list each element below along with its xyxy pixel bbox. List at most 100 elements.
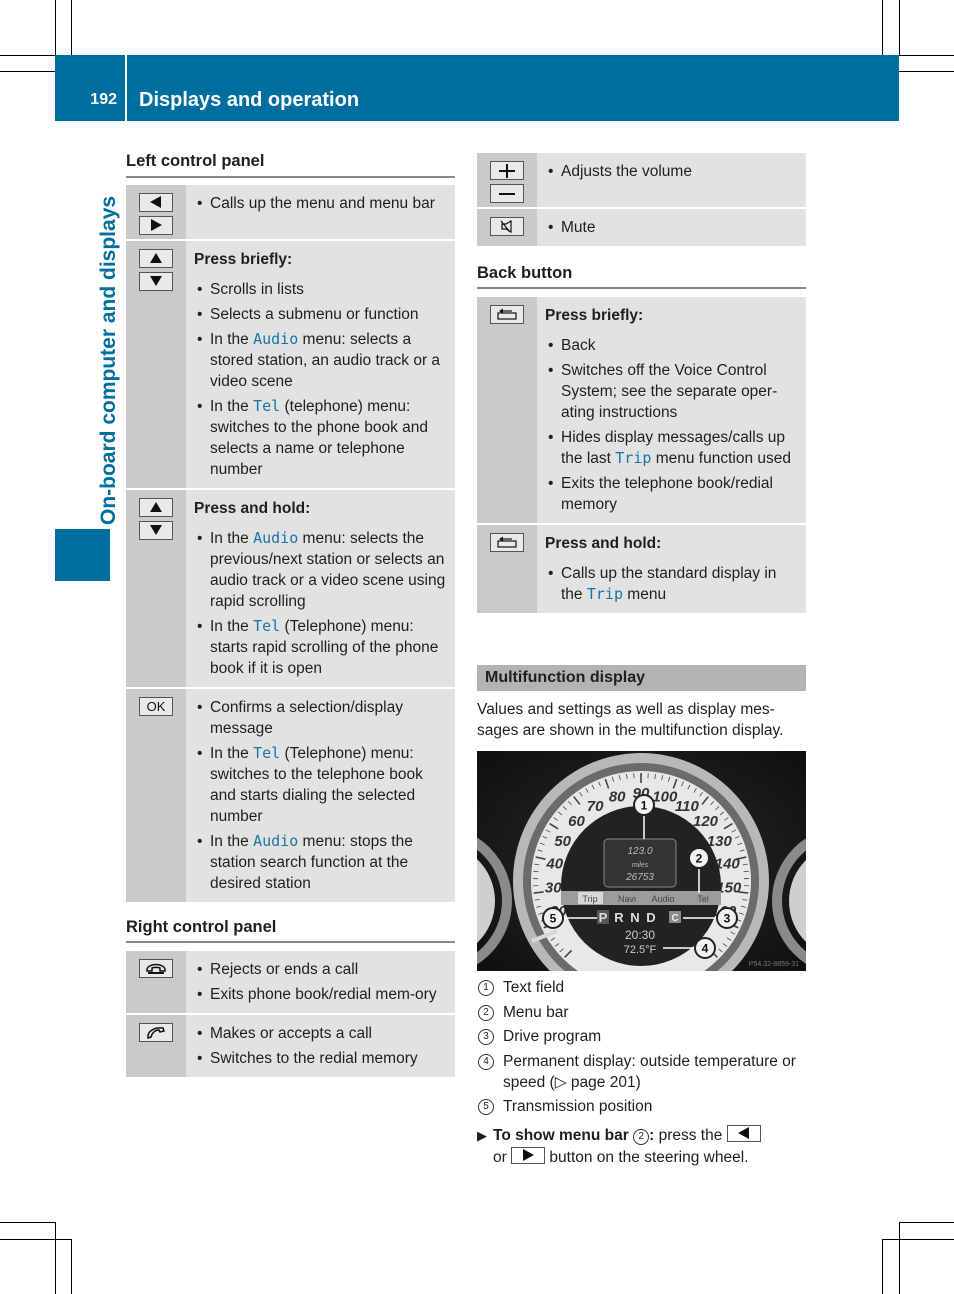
right-control-panel-table: Rejects or ends a call Exits phone book/r… [126,951,455,1077]
crop-mark [71,1239,72,1294]
control-row: OK Confirms a selection/display message In… [126,687,455,902]
callout-ref: 2 [633,1129,650,1145]
page-header: 192 Displays and operation [55,55,899,121]
menu-bar-item: Navi [618,894,636,904]
function-list: Mute [545,217,800,238]
odometer: 26753 [625,872,654,883]
function-item: Confirms a selection/display message [194,697,449,739]
crop-mark [899,71,954,72]
accept-call-key-icon [139,1023,173,1042]
control-description-cell: Confirms a selection/display message In t… [186,687,455,902]
callout-number: 3 [478,1029,494,1045]
callout-number: 5 [478,1099,494,1115]
multifunction-display-intro: Values and settings as well as display m… [477,701,784,739]
control-key-cell [477,153,537,208]
function-item: Exits phone book/redial mem-ory [194,984,449,1005]
control-description-cell: Adjusts the volume [537,153,806,208]
back-button-table: Press briefly: Back Switches off the Voice… [477,297,806,613]
menu-name: Audio [253,330,299,348]
function-list: Adjusts the volume [545,161,800,182]
right-control-panel-title: Right control panel [126,918,277,936]
function-list: Calls up the menu and menu bar [194,193,449,214]
control-row: Mute [477,207,806,246]
function-text: Scrolls in lists [210,281,304,298]
function-text: In the [210,745,254,762]
function-item: In the Audio menu: selects a stored stat… [194,329,449,392]
control-row: Press and hold: Calls up the standard dis… [477,523,806,613]
volume-control-table: Adjusts the volume Mute [477,153,806,246]
legend-text: Menu bar [503,1003,569,1021]
instruction-text: or [493,1149,512,1166]
control-row: Press briefly: Scrolls in lists Selects a … [126,239,455,489]
end-call-key-icon [139,959,173,978]
section-rule [126,176,455,178]
function-text: Back [561,337,596,354]
function-item: Mute [545,217,800,238]
control-description-cell: Press and hold: In the Audio menu: select… [186,488,455,688]
control-description-cell: Mute [537,207,806,246]
control-row: Press briefly: Back Switches off the Voice… [477,297,806,524]
function-item: Calls up the menu and menu bar [194,193,449,214]
function-text: Exits phone book/redial mem-ory [210,986,437,1003]
callout-number: 1 [478,980,494,996]
back-button-title: Back button [477,264,573,282]
page-number: 192 [90,91,117,108]
left-arrow-key-icon [726,1125,761,1142]
crop-mark [899,1222,900,1294]
function-list: Calls up the standard display in the Tri… [545,563,800,605]
function-item: Scrolls in lists [194,279,449,300]
function-item: Exits the telephone book/redial memory [545,473,800,515]
crop-mark [55,1222,56,1294]
step-arrow-icon: ▶ [477,1128,487,1143]
function-item: Hides display messages/calls up the last… [545,427,800,469]
right-arrow-key-icon [511,1147,546,1164]
control-row: Press and hold: In the Audio menu: select… [126,488,455,688]
control-description-cell: Calls up the menu and menu bar [186,185,455,240]
left-control-panel-title: Left control panel [126,152,265,170]
image-code: P54.32-8859-31 [749,961,799,968]
menu-name: Tel [253,397,281,415]
control-key-cell [477,523,537,613]
section-rule [126,941,455,943]
crop-mark [882,1239,954,1240]
back-key-icon [490,305,524,324]
control-key-cell [126,185,186,240]
callout-number: 1 [641,799,648,813]
control-description-cell: Press briefly: Back Switches off the Voice… [537,297,806,524]
control-row: Makes or accepts a call Switches to the r… [126,1013,455,1077]
crop-mark [0,71,56,72]
menu-name: Audio [253,832,299,850]
right-arrow-key-icon [139,216,173,235]
press-mode-heading: Press and hold: [545,535,662,552]
function-item: In the Tel (Telephone) menu: switches to… [194,743,449,827]
control-row: Adjusts the volume [477,153,806,208]
header-divider [125,55,127,121]
distance-unit: miles [632,862,649,869]
function-text: Exits the telephone book/redial memory [561,475,773,513]
crop-mark [0,55,56,56]
page-title: Displays and operation [139,89,360,111]
ok-key-icon: OK [139,697,173,716]
menu-name: Audio [253,529,299,547]
press-mode-heading: Press briefly: [545,307,644,324]
crop-mark [899,1222,954,1223]
menu-bar-item: Audio [651,894,674,904]
callout-number: 3 [724,912,731,926]
instruction-text: button on the steering wheel. [545,1149,749,1166]
function-item: Calls up the standard display in the Tri… [545,563,800,605]
control-key-cell [126,239,186,489]
legend-text: Text field [503,979,565,996]
press-mode-heading: Press briefly: [194,251,293,268]
speed-label: 120 [693,813,719,830]
control-description-cell: Makes or accepts a call Switches to the r… [186,1013,455,1077]
function-list: In the Audio menu: selects the previous/… [194,528,449,679]
function-text: Adjusts the volume [561,163,692,180]
minus-key-icon [490,184,524,203]
callout-number: 4 [478,1053,494,1070]
control-key-cell [477,297,537,524]
crop-mark [55,0,56,56]
function-text: In the [210,530,254,547]
function-text: Mute [561,219,596,236]
legend-item: 4 Permanent display: outside temperature … [477,1051,812,1093]
left-arrow-key-icon [139,193,173,212]
